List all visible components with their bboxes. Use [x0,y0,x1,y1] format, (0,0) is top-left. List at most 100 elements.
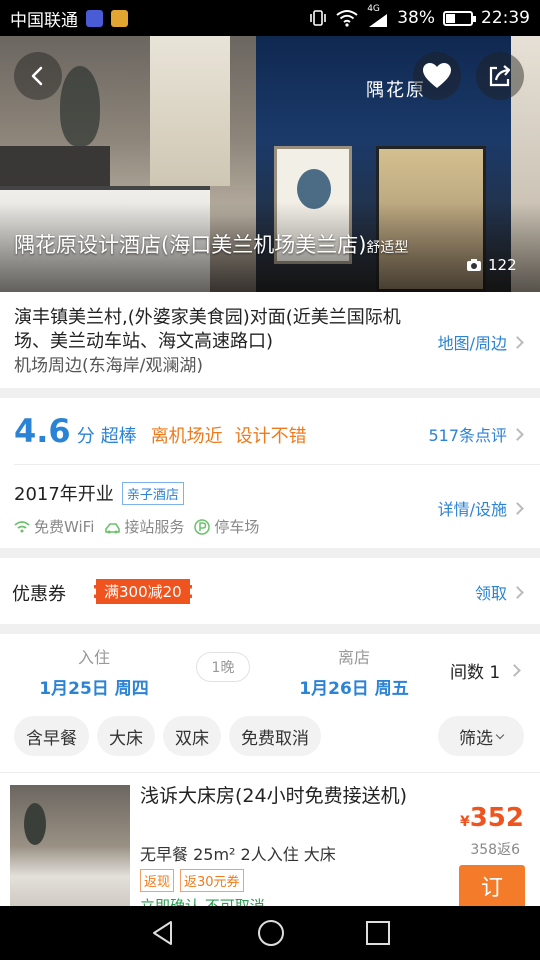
rating-card: 4.6 分 超棒 离机场近 设计不错 517条点评 2017年开业 亲子酒店 免… [0,398,540,548]
system-nav-bar [0,906,540,960]
date-selector-card: 入住 1月25日 周四 1晚 离店 1月26日 周五 间数 1 含早餐 大床 双… [0,634,540,772]
wifi-small-icon [14,521,30,533]
room-tags: 返现 返30元券 [140,869,244,892]
plant-art [60,66,100,146]
chip-free-cancel[interactable]: 免费取消 [229,716,321,756]
status-right: 4G 38% 22:39 [309,4,530,28]
rating-row: 4.6 分 超棒 离机场近 设计不错 [14,412,313,450]
plant-art [24,803,46,845]
wifi-icon [336,10,358,27]
facility-label: 免费WiFi [34,518,95,536]
coupon-label: 优惠券 [12,584,66,605]
favorite-button[interactable] [413,52,461,100]
battery-percent: 38% [397,8,435,28]
parking-icon [194,518,211,535]
hero-gallery[interactable]: 隅花原 隅花原设计酒店(海口美兰机场美兰店)舒适型 122 [0,36,540,292]
chevron-down-icon [495,730,505,739]
battery-level [446,13,455,23]
address-block: 演丰镇美兰村,(外婆家美食园)对面(近美兰国际机场、美兰动车站、海文高速路口) … [14,306,414,378]
app-notification-icon-2 [111,9,128,27]
details-facilities-label: 详情/设施 [437,500,507,519]
nights-pill: 1晚 [196,652,250,682]
carrier-name: 中国联通 [10,10,78,31]
filter-button[interactable]: 筛选 [438,716,524,756]
hotel-name-text: 隅花原设计酒店(海口美兰机场美兰店) [14,233,367,257]
claim-coupon-label: 领取 [474,584,507,603]
vibrate-icon [310,10,327,26]
filter-label: 筛选 [459,728,493,749]
opened-row: 2017年开业 亲子酒店 [14,480,184,506]
back-button[interactable] [14,52,62,100]
photo-count-number: 122 [488,256,517,274]
room-spec: 无早餐 25m² 2人入住 大床 [140,845,336,864]
chip-breakfast[interactable]: 含早餐 [14,716,89,756]
hotel-name: 隅花原设计酒店(海口美兰机场美兰店)舒适型 [14,232,434,261]
facility-label: 接站服务 [124,518,185,536]
chevron-right-icon [508,664,522,677]
facility-parking: 停车场 [194,516,259,537]
reviews-count: 517条点评 [428,426,507,445]
back-arrow-icon [31,66,43,86]
nav-home-icon[interactable] [256,918,286,948]
claim-coupon-button[interactable]: 领取 [474,580,524,604]
facility-wifi: 免费WiFi [14,516,94,537]
room-price: ¥352 [460,803,524,833]
room-tag-voucher: 返30元券 [180,869,244,892]
checkin-label: 入住 [77,648,110,667]
map-nearby-label: 地图/周边 [437,334,507,353]
share-icon [489,65,511,87]
reviews-link[interactable]: 517条点评 [428,422,524,446]
status-left: 中国联通 [10,6,128,31]
facility-pickup: 接站服务 [104,516,184,537]
divider [14,464,540,465]
coupon-badge: 满300减20 [94,579,192,604]
filter-chips: 含早餐 大床 双床 免费取消 [14,716,321,756]
hotel-type: 舒适型 [366,240,409,256]
room-window [150,36,230,186]
details-facilities-link[interactable]: 详情/设施 [437,496,524,520]
room-count-label: 间数 1 [450,663,501,683]
opened-year: 2017年开业 [14,484,114,505]
address-line: 演丰镇美兰村,(外婆家美食园)对面(近美兰国际机场、美兰动车站、海文高速路口) [14,307,401,352]
coupon-card[interactable]: 优惠券 满300减20 领取 [0,558,540,624]
app-notification-icon [86,9,103,27]
chip-twin-bed[interactable]: 双床 [163,716,221,756]
rating-tag: 离机场近 [150,426,223,447]
chevron-right-icon [511,585,524,599]
checkout-label: 离店 [337,648,370,667]
checkout-selector[interactable]: 离店 1月26日 周五 [294,644,414,699]
rating-tag: 设计不错 [234,426,307,447]
rating-unit: 分 [76,426,95,447]
status-bar: 中国联通 4G 38% 22:39 [0,0,540,36]
clock: 22:39 [481,8,530,28]
share-button[interactable] [476,52,524,100]
photo-count[interactable]: 122 [466,256,517,274]
room-thumbnail[interactable] [10,785,130,907]
room-title: 浅诉大床房(24小时免费接送机) [140,785,408,807]
rating-word: 超棒 [100,426,137,447]
map-nearby-link[interactable]: 地图/周边 [437,330,524,354]
pickup-icon [105,522,121,533]
book-button[interactable]: 订 [459,865,525,907]
kid-friendly-badge: 亲子酒店 [121,481,184,505]
address-card[interactable]: 演丰镇美兰村,(外婆家美食园)对面(近美兰国际机场、美兰动车站、海文高速路口) … [0,292,540,388]
facility-row: 免费WiFi 接站服务 停车场 [14,516,259,537]
price-value: 352 [469,803,524,833]
battery-icon [443,10,476,26]
chip-king-bed[interactable]: 大床 [97,716,155,756]
original-price: 358返6 [470,842,520,858]
nav-back-icon[interactable] [149,919,177,947]
nav-recents-icon[interactable] [365,920,391,946]
checkin-selector[interactable]: 入住 1月25日 周四 [34,644,154,699]
currency-symbol: ¥ [459,814,470,830]
camera-icon [467,259,481,271]
checkin-date: 1月25日 周四 [39,679,149,699]
checkout-date: 1月26日 周五 [299,679,409,699]
heart-icon [423,63,451,88]
room-tag-cashback: 返现 [140,869,175,892]
hotel-detail-screen: 中国联通 4G 38% 22:39 隅花原 隅花原设计酒店(海口美兰机场美兰店)… [0,0,540,960]
chevron-right-icon [511,427,524,441]
room-item[interactable]: 浅诉大床房(24小时免费接送机) 无早餐 25m² 2人入住 大床 返现 返30… [0,772,540,915]
cell-signal-icon: 4G [367,4,389,28]
room-count-selector[interactable]: 间数 1 [450,658,522,683]
